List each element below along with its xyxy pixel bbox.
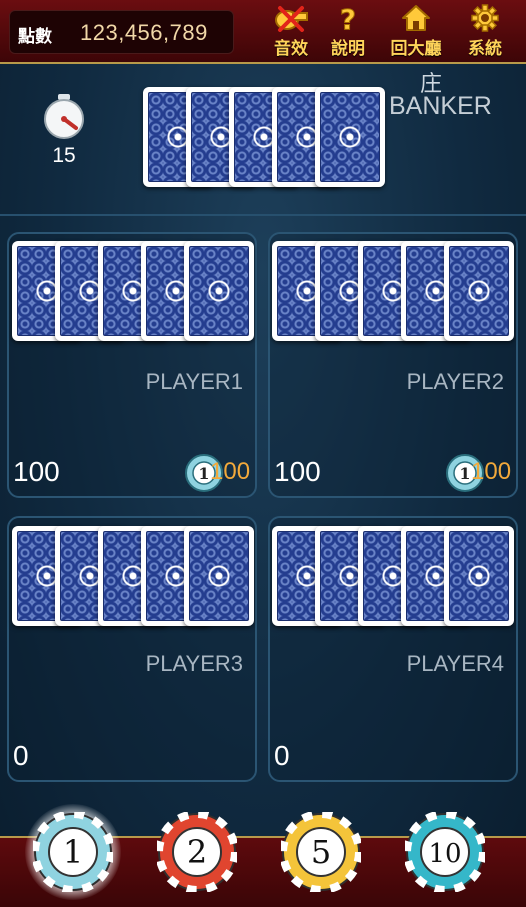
bet-chip-value: 1 bbox=[459, 464, 470, 483]
player1-bet: 100 bbox=[13, 456, 60, 487]
player3-bet: 0 bbox=[13, 740, 29, 771]
player2-card bbox=[444, 241, 514, 341]
system-label: 系統 bbox=[468, 39, 502, 59]
player2-bet: 100 bbox=[274, 456, 321, 487]
chip-10-label: 10 bbox=[428, 839, 461, 869]
card-back-pattern bbox=[189, 246, 249, 336]
stopwatch-icon bbox=[44, 94, 84, 139]
bet-chip-value: 1 bbox=[198, 464, 209, 483]
chip-2-label: 2 bbox=[187, 833, 207, 871]
chip-2-button[interactable]: 2 bbox=[157, 812, 237, 892]
chip-5-label: 5 bbox=[311, 833, 331, 871]
points-value: 123,456,789 bbox=[80, 20, 208, 45]
player1-name: PLAYER1 bbox=[145, 369, 243, 394]
svg-text:?: ? bbox=[340, 4, 356, 32]
countdown-timer: 15 bbox=[52, 144, 76, 167]
help-label: 說明 bbox=[331, 39, 365, 59]
lobby-label: 回大廳 bbox=[390, 39, 442, 59]
chip-1-button[interactable]: 1 bbox=[33, 812, 113, 892]
muted-whistle-icon bbox=[275, 6, 308, 32]
points-label: 點數 bbox=[18, 27, 52, 47]
sound-button[interactable]: 音效 bbox=[264, 4, 318, 60]
player4-bet: 0 bbox=[274, 740, 290, 771]
chip-5-button[interactable]: 5 bbox=[281, 812, 361, 892]
question-mark-icon: ? bbox=[339, 4, 356, 32]
banker-card bbox=[315, 87, 385, 187]
player3-card bbox=[184, 526, 254, 626]
card-back-pattern bbox=[449, 246, 509, 336]
player3-name: PLAYER3 bbox=[145, 651, 243, 676]
player2-chip-bet: 100 bbox=[471, 458, 512, 485]
card-back-pattern bbox=[449, 531, 509, 621]
lobby-button[interactable]: 回大廳 bbox=[384, 4, 448, 60]
chip-1-label: 1 bbox=[63, 833, 83, 871]
banker-label: BANKER bbox=[389, 92, 492, 120]
player4-card bbox=[444, 526, 514, 626]
home-icon bbox=[402, 5, 430, 31]
player1-chip-bet: 100 bbox=[210, 458, 251, 485]
points-display: 點數 123,456,789 bbox=[9, 10, 234, 54]
card-back-pattern bbox=[189, 531, 249, 621]
sound-label: 音效 bbox=[274, 39, 308, 59]
gear-icon bbox=[471, 4, 499, 32]
help-button[interactable]: ? 說明 bbox=[321, 4, 375, 60]
card-back-pattern bbox=[320, 92, 380, 182]
player1-card bbox=[184, 241, 254, 341]
player2-name: PLAYER2 bbox=[406, 369, 504, 394]
chip-10-button[interactable]: 10 bbox=[405, 812, 485, 892]
top-bar: 點數 123,456,789 音效 ? 說明 回大廳 系統 bbox=[0, 0, 526, 64]
system-button[interactable]: 系統 bbox=[458, 4, 512, 60]
player4-name: PLAYER4 bbox=[406, 651, 504, 676]
